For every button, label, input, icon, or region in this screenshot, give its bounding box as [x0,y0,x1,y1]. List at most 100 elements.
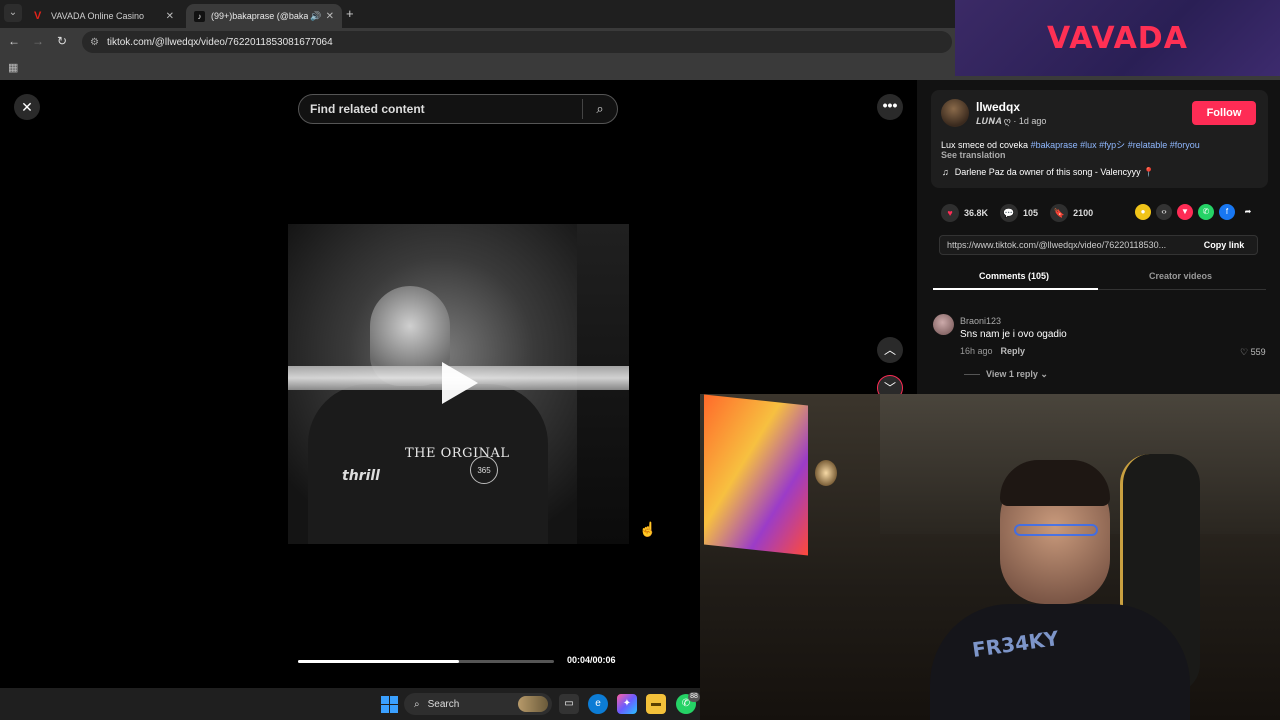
tab-title: (99+)bakaprase (@bakapra [211,11,309,21]
task-view-icon[interactable]: ▭ [559,694,579,714]
chevron-down-icon: ⌄ [1040,369,1048,379]
comment-username[interactable]: Braoni123 [960,316,1001,326]
save-count: 2100 [1073,208,1094,218]
see-translation-link[interactable]: See translation [941,150,1006,160]
share-options: ● ‹› ▼ ✆ f ➦ [1135,204,1261,220]
share-link-box: https://www.tiktok.com/@llwedqx/video/76… [939,235,1258,255]
tiktok-favicon-icon: ♪ [194,10,205,22]
follow-button[interactable]: Follow [1192,101,1256,125]
close-tab-icon[interactable]: ✕ [166,11,174,22]
tab-creator-videos[interactable]: Creator videos [1149,271,1212,281]
url-field[interactable]: ⚙ tiktok.com/@llwedqx/video/762201185308… [82,31,952,53]
video-overlay-text: THE ORGINAL [405,446,510,461]
vavada-favicon-icon: V [34,9,42,22]
tab-vavada[interactable]: V VAVADA Online Casino ✕ [26,4,182,28]
heart-outline-icon[interactable]: ♡ [1240,347,1248,357]
comment-count: 105 [1023,208,1039,218]
post-time: · 1d ago [1013,116,1047,126]
comment-time: 16h ago [960,346,993,356]
active-tab-underline [933,288,1098,290]
view-replies-button[interactable]: View 1 reply ⌄ [964,369,1048,380]
comment-action[interactable]: 💬 105 [1000,204,1038,222]
file-explorer-icon[interactable]: ▬ [646,694,666,714]
comment-avatar[interactable] [933,314,954,335]
webcam-glasses [1014,524,1098,536]
author-avatar[interactable] [941,99,969,127]
coin-icon[interactable]: ● [1135,204,1151,220]
webcam-person-hair [1000,460,1110,506]
find-related-search[interactable]: Find related content ⌕ [298,94,618,124]
author-username[interactable]: llwedqx [976,100,1020,114]
author-nickname: 𝑳𝑼𝑵𝑨 ღ · 1d ago [976,116,1046,127]
site-info-icon[interactable]: ⚙ [90,37,99,48]
video-logo-badge: 365 [470,456,498,484]
pin-icon: 📍 [1143,167,1155,177]
search-highlight-image [518,696,548,712]
action-bar: ♥ 36.8K 💬 105 🔖 2100 [941,203,1105,223]
share-arrow-icon[interactable]: ➦ [1240,204,1256,220]
taskbar-search-label: Search [427,698,460,710]
copy-link-button[interactable]: Copy link [1191,240,1257,250]
music-title: Darlene Paz da owner of this song - Vale… [954,167,1141,177]
panel-tabs: Comments (105) Creator videos [933,267,1266,290]
url-text: tiktok.com/@llwedqx/video/76220118530816… [106,36,333,48]
windows-start-icon[interactable] [381,696,398,713]
tab-comments[interactable]: Comments (105) [979,271,1049,281]
like-count: 36.8K [964,208,989,218]
forward-icon[interactable]: → [30,34,46,48]
music-note-icon: ♫ [942,167,949,177]
speaker-icon[interactable]: 🔊 [310,11,321,22]
close-video-button[interactable]: ✕ [14,94,40,120]
comment-icon[interactable]: 💬 [1000,204,1019,222]
webcam-tv [704,394,808,556]
webcam-person-shirt [930,604,1190,720]
comment-like-count: 559 [1250,347,1266,357]
play-icon[interactable] [442,362,478,404]
more-options-icon[interactable]: ••• [877,94,903,120]
reload-icon[interactable]: ↻ [54,34,70,48]
reply-button[interactable]: Reply [1001,346,1026,356]
video-person-body [308,384,548,544]
previous-video-button[interactable]: ︿ [877,337,903,363]
tab-search-menu-icon[interactable]: ⌄ [4,4,22,22]
view-replies-text: View 1 reply [986,369,1038,379]
taskbar-search[interactable]: ⌕ Search [404,693,552,715]
reply-line [964,374,980,376]
edge-browser-icon[interactable]: e [588,694,608,714]
search-icon: ⌕ [414,698,420,710]
comment-text: Sns nam je i ovo ogadio [960,329,1067,340]
heart-icon[interactable]: ♥ [941,204,959,222]
close-tab-icon[interactable]: ✕ [326,11,334,22]
hashtag-link[interactable]: #bakaprase [1031,140,1078,150]
facebook-icon[interactable]: f [1219,204,1235,220]
hashtag-link[interactable]: #fypシ [1099,140,1125,150]
nickname-text: 𝑳𝑼𝑵𝑨 ღ [976,116,1011,126]
search-input[interactable]: Find related content [299,102,582,116]
description-text: Lux smece od coveka [941,140,1031,150]
search-icon[interactable]: ⌕ [583,101,617,117]
back-icon[interactable]: ← [6,34,22,48]
share-link-text[interactable]: https://www.tiktok.com/@llwedqx/video/76… [940,240,1191,250]
whatsapp-icon[interactable]: ✆ [1198,204,1214,220]
video-shirt-text: thrill [342,468,380,484]
notification-badge: 88 [688,692,700,702]
copilot-icon[interactable]: ✦ [617,694,637,714]
tab-title: VAVADA Online Casino [51,11,145,21]
like-action[interactable]: ♥ 36.8K [941,204,988,222]
video-progress-fill [298,660,460,663]
embed-icon[interactable]: ‹› [1156,204,1172,220]
hand-cursor-icon: ☝ [639,521,657,537]
send-icon[interactable]: ▼ [1177,204,1193,220]
video-time: 00:04/00:06 [567,655,616,665]
comment-like[interactable]: ♡ 559 [1240,347,1266,358]
new-tab-button[interactable]: + [346,6,354,21]
hashtag-link[interactable]: #foryou [1170,140,1200,150]
apps-grid-icon[interactable]: ▦ [8,61,18,74]
bookmark-icon[interactable]: 🔖 [1050,204,1069,222]
save-action[interactable]: 🔖 2100 [1050,204,1093,222]
music-info[interactable]: ♫ Darlene Paz da owner of this song - Val… [942,167,1154,178]
hashtag-link[interactable]: #lux [1080,140,1097,150]
tab-tiktok[interactable]: ♪ (99+)bakaprase (@bakapra 🔊 ✕ [186,4,342,28]
vavada-logo: VAVADA [1047,20,1188,56]
hashtag-link[interactable]: #relatable [1128,140,1168,150]
